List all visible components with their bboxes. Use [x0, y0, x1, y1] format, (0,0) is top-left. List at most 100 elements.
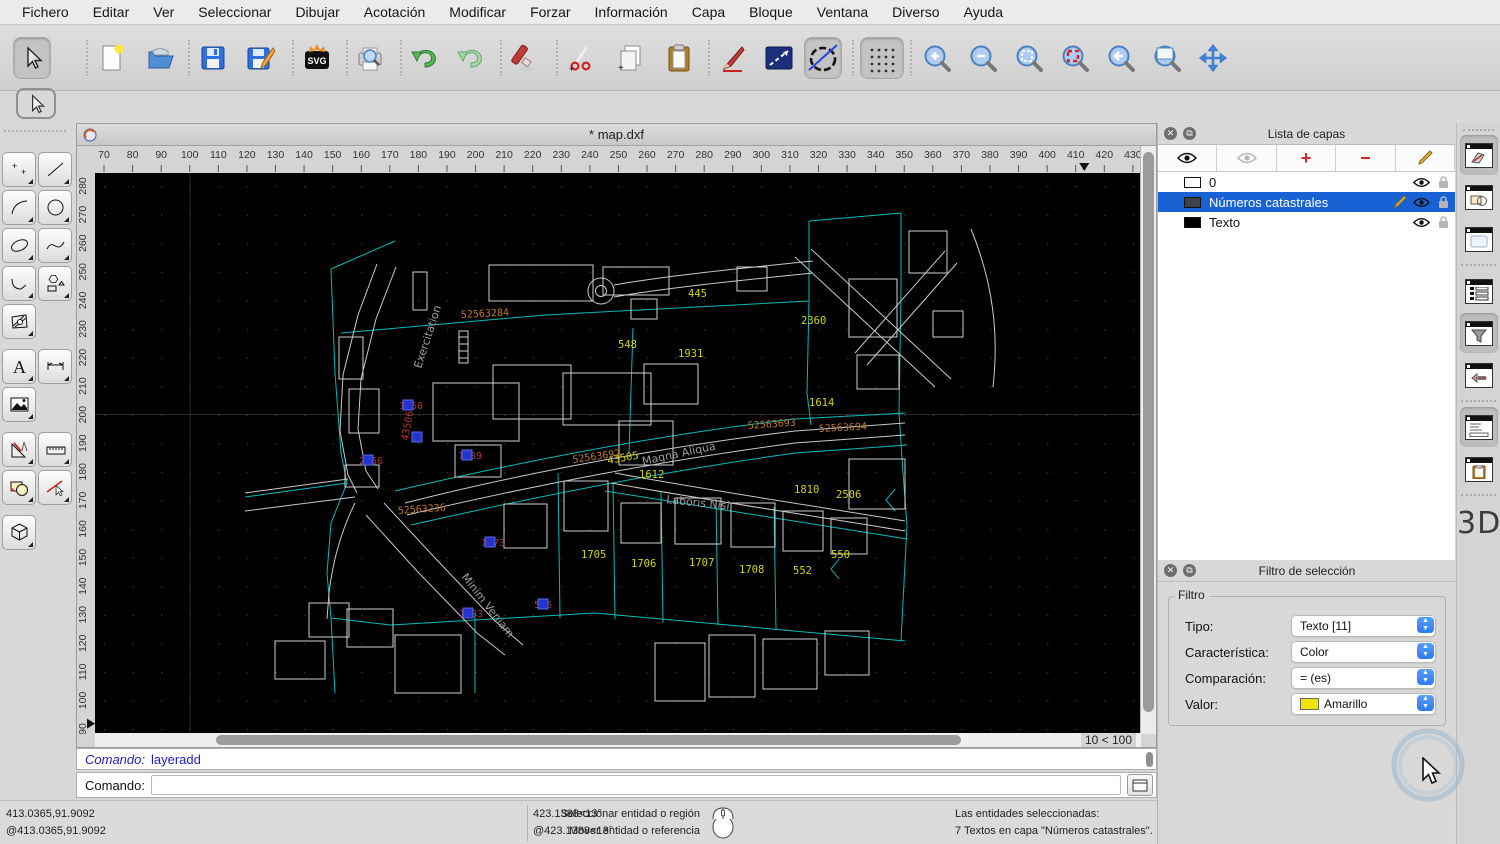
layer-row-0[interactable]: 0 [1158, 172, 1455, 192]
vertical-scrollbar[interactable] [1140, 146, 1156, 734]
modify-tool-button[interactable] [2, 470, 36, 505]
menu-item-bloque[interactable]: Bloque [737, 4, 805, 20]
menu-item-dibujar[interactable]: Dibujar [283, 4, 351, 20]
layer-row-números-catastrales[interactable]: Números catastrales [1158, 192, 1455, 212]
cut-button[interactable]: + [562, 37, 600, 79]
hatch-tool-button[interactable] [2, 304, 36, 339]
dropdown-stepper-icon[interactable]: ▲▼ [1417, 643, 1434, 659]
grid-toggle-button[interactable] [860, 37, 904, 79]
layer-lock-icon[interactable] [1438, 216, 1449, 229]
open-file-button[interactable] [142, 37, 180, 79]
text-selection-handle[interactable] [538, 599, 548, 609]
menu-item-editar[interactable]: Editar [81, 4, 142, 20]
measure-tool-button[interactable] [38, 432, 72, 467]
save-as-button[interactable] [242, 37, 280, 79]
toggle-block-list-button[interactable] [1460, 177, 1498, 217]
text-selection-handle[interactable] [462, 450, 472, 460]
filter-dropdown-comparación[interactable]: = (es)▲▼ [1291, 667, 1436, 689]
new-file-button[interactable] [94, 37, 132, 79]
text-selection-handle[interactable] [412, 432, 422, 442]
text-selection-handle[interactable] [485, 537, 495, 547]
float-panel-icon[interactable]: ⧉ [1183, 564, 1196, 577]
shapes-tool-button[interactable] [38, 266, 72, 301]
zoom-selection-button[interactable] [1056, 37, 1094, 79]
iso-view-tool-button[interactable] [2, 515, 36, 550]
zoom-out-button[interactable] [964, 37, 1002, 79]
toggle-clipboard-button[interactable] [1460, 449, 1498, 489]
add-layer-button[interactable]: + [1277, 145, 1336, 171]
layer-visibility-icon[interactable] [1413, 177, 1430, 188]
eraser-button[interactable] [506, 37, 544, 79]
zoom-auto-button[interactable] [1010, 37, 1048, 79]
toggle-layer-list-button[interactable] [1460, 135, 1498, 175]
toggle-pen-settings-button[interactable] [1460, 355, 1498, 395]
toggle-command-window-button[interactable] [1460, 407, 1498, 447]
menu-item-ayuda[interactable]: Ayuda [952, 4, 1015, 20]
float-panel-icon[interactable]: ⧉ [1183, 127, 1196, 140]
text-selection-handle[interactable] [463, 608, 473, 618]
dropdown-stepper-icon[interactable]: ▲▼ [1417, 695, 1434, 711]
document-title-bar[interactable]: * map.dxf [77, 124, 1156, 146]
layer-visibility-icon[interactable] [1413, 197, 1430, 208]
redo-button[interactable] [452, 37, 490, 79]
menu-item-diverso[interactable]: Diverso [880, 4, 951, 20]
layer-lock-icon[interactable] [1438, 196, 1449, 209]
hide-all-layers-button[interactable] [1217, 145, 1276, 171]
arc-tool-button[interactable] [2, 190, 36, 225]
drawing-canvas[interactable]: ExercitationMagna AliquaLaboris NisiMini… [95, 173, 1141, 734]
menu-item-fichero[interactable]: Fichero [10, 4, 81, 20]
menu-item-modificar[interactable]: Modificar [437, 4, 518, 20]
circle-tool-button[interactable] [38, 190, 72, 225]
edit-layer-button[interactable] [1396, 145, 1455, 171]
filter-dropdown-tipo[interactable]: Texto [11]▲▼ [1291, 615, 1436, 637]
menu-item-seleccionar[interactable]: Seleccionar [186, 4, 283, 20]
image-tool-button[interactable] [2, 387, 36, 422]
strip-drag-handle[interactable] [1463, 129, 1494, 131]
zoom-previous-button[interactable] [1102, 37, 1140, 79]
points-tool-button[interactable]: ++ [2, 152, 36, 187]
menu-item-información[interactable]: Información [583, 4, 680, 20]
filter-dropdown-valor[interactable]: Amarillo▲▼ [1291, 693, 1436, 715]
horizontal-scrollbar[interactable] [95, 733, 1141, 747]
layer-row-texto[interactable]: Texto [1158, 212, 1455, 232]
paste-button[interactable] [660, 37, 698, 79]
zoom-in-button[interactable] [918, 37, 956, 79]
toggle-selection-filter-button[interactable] [1460, 313, 1498, 353]
palette-drag-handle[interactable] [4, 130, 66, 132]
filter-dropdown-característica[interactable]: Color▲▼ [1291, 641, 1436, 663]
draw-pencil-button[interactable] [714, 37, 752, 79]
text-selection-handle[interactable] [403, 400, 413, 410]
menu-item-ver[interactable]: Ver [141, 4, 186, 20]
dimension-tool-button[interactable] [38, 349, 72, 384]
menu-item-acotación[interactable]: Acotación [352, 4, 437, 20]
circle-slash-button[interactable] [804, 37, 842, 79]
menu-item-ventana[interactable]: Ventana [805, 4, 880, 20]
ellipse-tool-button[interactable] [2, 228, 36, 263]
close-icon[interactable]: ✕ [1164, 564, 1177, 577]
close-icon[interactable]: ✕ [1164, 127, 1177, 140]
svg-export-button[interactable]: SVG [298, 37, 336, 79]
zoom-window-button[interactable] [1148, 37, 1186, 79]
dropdown-stepper-icon[interactable]: ▲▼ [1417, 617, 1434, 633]
line-tool-button[interactable] [38, 152, 72, 187]
history-scrollbar-thumb[interactable] [1146, 752, 1153, 767]
text-tool-button[interactable]: A [2, 349, 36, 384]
menu-item-forzar[interactable]: Forzar [518, 4, 582, 20]
toggle-library-browser-button[interactable] [1460, 219, 1498, 259]
select-tool-button[interactable] [13, 37, 51, 79]
toggle-property-list-button[interactable] [1460, 271, 1498, 311]
edit-pencil-icon[interactable] [1393, 195, 1407, 209]
draft-tools-button[interactable] [2, 432, 36, 467]
save-button[interactable] [194, 37, 232, 79]
snap-tool-button[interactable] [38, 470, 72, 505]
selection-pointer-button[interactable] [16, 88, 56, 119]
dropdown-stepper-icon[interactable]: ▲▼ [1417, 669, 1434, 685]
copy-button[interactable]: + [612, 37, 650, 79]
layer-visibility-icon[interactable] [1413, 217, 1430, 228]
remove-layer-button[interactable]: − [1336, 145, 1395, 171]
menu-item-capa[interactable]: Capa [680, 4, 737, 20]
polyline-tool-button[interactable] [2, 266, 36, 301]
show-all-layers-button[interactable] [1158, 145, 1217, 171]
command-window-toggle-button[interactable] [1127, 774, 1153, 796]
command-input[interactable] [151, 775, 1121, 795]
